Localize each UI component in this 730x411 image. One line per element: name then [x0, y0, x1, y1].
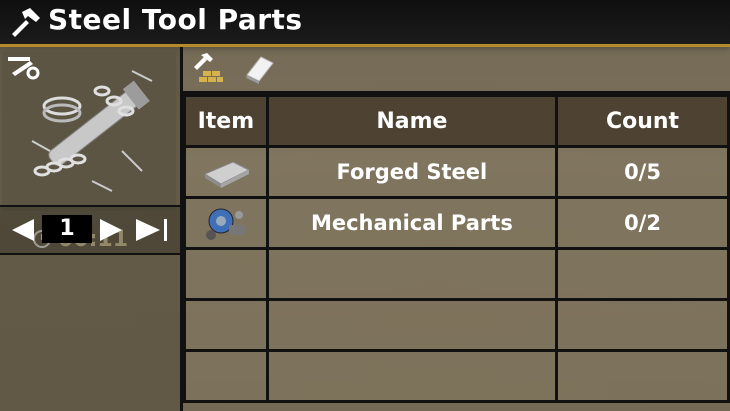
- item-name: [265, 247, 559, 301]
- arrow-right-icon[interactable]: [98, 217, 126, 243]
- recipe-book-icon[interactable]: [241, 53, 275, 85]
- item-name: [265, 349, 559, 403]
- item-name: Mechanical Parts: [265, 196, 559, 250]
- column-header-count: Count: [555, 94, 730, 148]
- window-title: Steel Tool Parts: [48, 3, 303, 36]
- item-name: Forged Steel: [265, 145, 559, 199]
- title-bar: Steel Tool Parts: [0, 0, 730, 47]
- item-cell: [183, 247, 269, 301]
- arrow-max-icon[interactable]: [134, 217, 170, 243]
- table-row[interactable]: Forged Steel 0/5: [183, 145, 730, 199]
- column-header-name: Name: [265, 94, 559, 148]
- mechanical-parts-icon: [205, 208, 245, 240]
- table-row: [183, 247, 730, 301]
- item-count: [555, 298, 730, 352]
- table-row[interactable]: Mechanical Parts 0/2: [183, 196, 730, 250]
- ingredients-table: Item Name Count Forged Steel 0/5 Mechani…: [183, 94, 730, 403]
- table-row: [183, 298, 730, 352]
- ingredients-panel: Item Name Count Forged Steel 0/5 Mechani…: [183, 47, 730, 411]
- table-header-row: Item Name Count: [183, 94, 730, 148]
- quantity-value[interactable]: 1: [42, 215, 92, 243]
- workbench-icon[interactable]: [191, 53, 225, 85]
- item-cell: [183, 145, 269, 199]
- item-cell: [183, 196, 269, 250]
- tools-icon: [8, 57, 40, 80]
- panel-toolbar: [183, 47, 730, 94]
- arrow-left-icon[interactable]: [8, 217, 36, 243]
- quantity-pager: 1: [0, 205, 180, 255]
- hammer-icon: [12, 8, 40, 37]
- item-count: [555, 247, 730, 301]
- recipe-panel: 00:11 1: [0, 47, 183, 411]
- item-count: 0/5: [555, 145, 730, 199]
- table-row: [183, 349, 730, 403]
- forged-steel-icon: [203, 161, 250, 188]
- column-header-item: Item: [183, 94, 269, 148]
- item-name: [265, 298, 559, 352]
- item-count: [555, 349, 730, 403]
- item-cell: [183, 349, 269, 403]
- item-count: 0/2: [555, 196, 730, 250]
- item-cell: [183, 298, 269, 352]
